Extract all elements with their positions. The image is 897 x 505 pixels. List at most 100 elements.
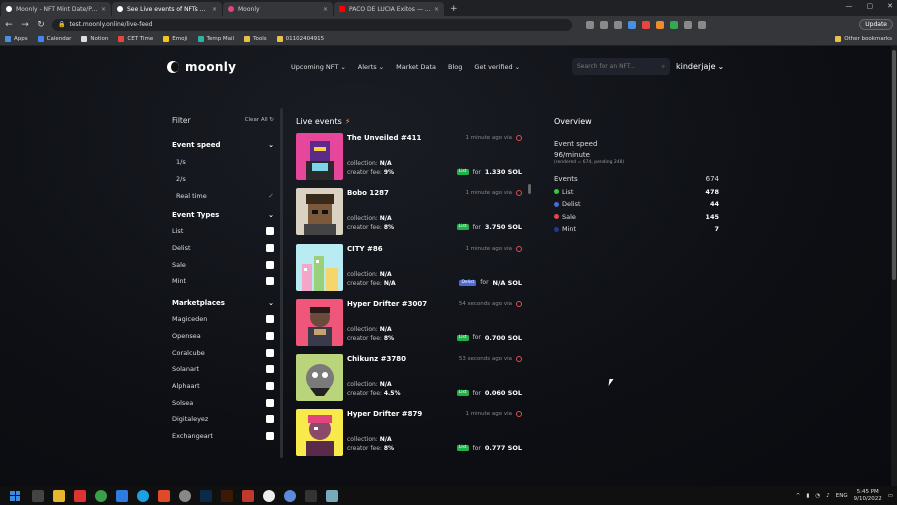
event-type-option[interactable]: Sale xyxy=(168,256,278,273)
marketplace-option[interactable]: Digitaleyez xyxy=(168,411,278,428)
nft-thumbnail[interactable] xyxy=(296,354,343,402)
browser-tab[interactable]: Moonly - NFT Mint Date/Price × xyxy=(1,2,111,16)
extension-icon[interactable] xyxy=(656,20,664,29)
section-event-types[interactable]: Event Types ⌄ xyxy=(168,210,278,220)
checkbox[interactable] xyxy=(266,381,274,390)
notifications-icon[interactable]: ▭ xyxy=(888,493,893,499)
checkbox[interactable] xyxy=(266,260,274,269)
minimize-icon[interactable]: — xyxy=(846,2,853,10)
bookmark-item[interactable]: Apps xyxy=(5,36,28,42)
forward-icon[interactable]: → xyxy=(20,20,30,30)
nft-thumbnail[interactable] xyxy=(296,188,343,236)
chrome-icon[interactable] xyxy=(95,489,107,502)
nft-thumbnail[interactable] xyxy=(296,243,343,291)
bookmark-item[interactable]: Temp Mail xyxy=(197,36,234,42)
bookmark-item[interactable]: Notion xyxy=(81,36,108,42)
extension-icon[interactable] xyxy=(600,20,608,29)
reload-icon[interactable]: ↻ xyxy=(36,20,46,30)
checkbox[interactable] xyxy=(266,398,274,407)
nft-name[interactable]: Hyper Drifter #3007 xyxy=(347,300,427,308)
app-icon[interactable] xyxy=(158,489,170,502)
windows-start-icon[interactable] xyxy=(10,490,20,501)
event-type-option[interactable]: Mint xyxy=(168,273,278,290)
task-view-icon[interactable] xyxy=(32,489,44,502)
puzzle-icon[interactable] xyxy=(698,20,706,29)
close-icon[interactable]: × xyxy=(101,6,106,13)
nft-thumbnail[interactable] xyxy=(296,409,343,457)
close-icon[interactable]: × xyxy=(434,6,439,13)
nav-market-data[interactable]: Market Data xyxy=(396,63,436,71)
marketplace-option[interactable]: Opensea xyxy=(168,328,278,345)
checkbox[interactable] xyxy=(266,415,274,424)
event-row[interactable]: CITY #86 1 minute ago via collection: N/A c… xyxy=(296,243,530,299)
marketplace-option[interactable]: Coralcube xyxy=(168,344,278,361)
marketplace-option[interactable]: Exchangeart xyxy=(168,428,278,445)
app-icon[interactable] xyxy=(284,489,296,502)
event-row[interactable]: Bobo 1287 1 minute ago via collection: N/A… xyxy=(296,188,530,243)
nav-get-verified[interactable]: Get verified ⌄ xyxy=(474,63,520,71)
checkbox[interactable] xyxy=(266,244,274,253)
event-row[interactable]: Hyper Drifter #3007 54 seconds ago via col… xyxy=(296,298,530,354)
app-icon[interactable] xyxy=(305,489,317,502)
nft-thumbnail[interactable] xyxy=(296,298,343,346)
nft-thumbnail[interactable] xyxy=(296,133,343,180)
bookmark-item[interactable]: Emoji xyxy=(163,36,188,42)
event-type-option[interactable]: Delist xyxy=(168,240,278,257)
bookmark-item[interactable]: CET Time xyxy=(118,36,153,42)
browser-tab[interactable]: PACO DE LUCIA Exitos — Bes...× xyxy=(334,2,444,16)
extension-icon[interactable] xyxy=(670,20,678,29)
extension-icon[interactable] xyxy=(586,20,594,29)
section-event-speed[interactable]: Event speed ⌄ xyxy=(168,140,278,150)
bookmark-item[interactable]: Tools xyxy=(244,36,267,42)
chevron-up-icon[interactable]: ^ xyxy=(796,493,801,499)
page-scrollbar[interactable] xyxy=(891,46,897,486)
new-tab-button[interactable]: + xyxy=(450,4,458,14)
other-bookmarks[interactable]: Other bookmarks xyxy=(835,36,892,42)
marketplace-option[interactable]: Alphaart xyxy=(168,378,278,395)
checkbox[interactable] xyxy=(266,365,274,374)
browser-tab[interactable]: Moonly × xyxy=(223,2,333,16)
close-icon[interactable]: × xyxy=(323,6,328,13)
bookmark-item[interactable]: Calendar xyxy=(37,36,71,42)
volume-icon[interactable]: ♪ xyxy=(826,493,830,499)
checkbox[interactable] xyxy=(266,348,274,357)
battery-icon[interactable]: ▮ xyxy=(806,493,809,499)
event-row[interactable]: Chikunz #3780 53 seconds ago via collectio… xyxy=(296,354,530,409)
section-marketplaces[interactable]: Marketplaces ⌄ xyxy=(168,298,278,308)
browser-tab-active[interactable]: See Live events of NFTs being li...× xyxy=(112,2,222,16)
back-icon[interactable]: ← xyxy=(4,20,14,30)
nft-name[interactable]: Chikunz #3780 xyxy=(347,355,406,363)
event-row[interactable]: The Unveiled #411 1 minute ago via collect… xyxy=(296,133,530,188)
app-icon[interactable] xyxy=(263,489,275,502)
app-icon[interactable] xyxy=(74,489,86,502)
marketplace-option[interactable]: Solanart xyxy=(168,361,278,378)
network-icon[interactable]: ◔ xyxy=(815,493,820,499)
extension-icon[interactable] xyxy=(642,20,650,29)
file-explorer-icon[interactable] xyxy=(53,489,65,502)
nav-blog[interactable]: Blog xyxy=(448,63,462,71)
nft-search-input[interactable]: Search for an NFT... ⌕ xyxy=(572,58,670,75)
user-menu[interactable]: kinderjaje ⌄ xyxy=(676,62,724,71)
marketplace-option[interactable]: Magiceden xyxy=(168,311,278,328)
site-logo[interactable]: moonly xyxy=(167,60,236,74)
speed-option[interactable]: 1/s xyxy=(168,154,278,171)
skype-icon[interactable] xyxy=(137,489,149,502)
checkbox[interactable] xyxy=(266,331,274,340)
language-indicator[interactable]: ENG xyxy=(836,493,848,499)
nav-upcoming-nft[interactable]: Upcoming NFT ⌄ xyxy=(291,63,346,71)
star-icon[interactable] xyxy=(614,20,622,29)
speed-option[interactable]: 2/s xyxy=(168,171,278,188)
speed-option-selected[interactable]: Real time ✓ xyxy=(168,187,278,204)
close-icon[interactable]: × xyxy=(212,6,217,13)
clock[interactable]: 5:45 PM 9/10/2022 xyxy=(854,489,882,503)
event-type-option[interactable]: List xyxy=(168,223,278,240)
close-window-icon[interactable]: ✕ xyxy=(887,2,893,10)
nft-name[interactable]: Bobo 1287 xyxy=(347,189,389,197)
update-button[interactable]: Update xyxy=(859,19,893,30)
maximize-icon[interactable]: ▢ xyxy=(867,2,874,10)
nft-name[interactable]: CITY #86 xyxy=(347,245,383,253)
app-icon[interactable] xyxy=(242,489,254,502)
extension-icon[interactable] xyxy=(628,20,636,29)
nav-alerts[interactable]: Alerts ⌄ xyxy=(358,63,384,71)
filter-scrollbar[interactable] xyxy=(280,108,283,458)
